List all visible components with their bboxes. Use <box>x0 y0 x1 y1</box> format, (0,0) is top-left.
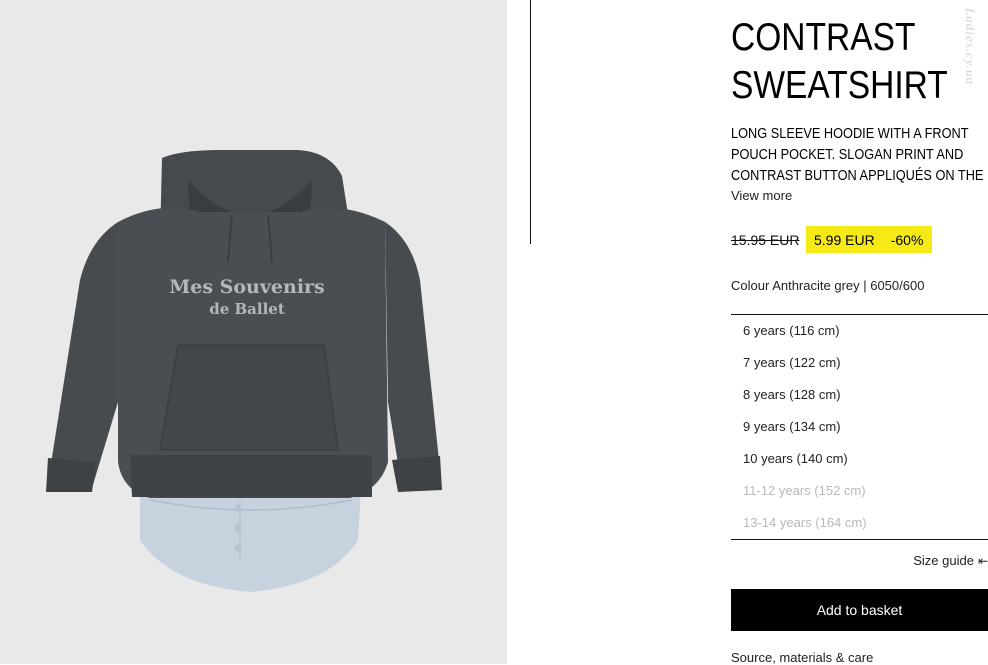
size-option[interactable]: 6 years (116 cm) <box>743 323 840 338</box>
slogan-line-1: Mes Souvenirs <box>169 276 325 298</box>
product-image[interactable]: Mes Souvenirs de Ballet <box>0 0 507 664</box>
product-description: LONG SLEEVE HOODIE WITH A FRONT POUCH PO… <box>731 126 984 184</box>
size-option[interactable]: 8 years (128 cm) <box>743 387 841 402</box>
slogan-line-2: de Ballet <box>209 300 285 318</box>
ruler-arrow-icon: ⇤ <box>977 553 988 568</box>
original-price: 15.95 EUR <box>731 232 800 248</box>
watermark: Ladies.cy.ua <box>963 8 978 85</box>
size-option[interactable]: 7 years (122 cm) <box>743 355 841 370</box>
sizes-top-divider <box>731 314 988 315</box>
discount-percent: -60% <box>890 231 924 248</box>
sale-price: 5.99 EUR <box>814 231 875 248</box>
colour-info: Colour Anthracite grey | 6050/600 <box>731 278 925 293</box>
size-option[interactable]: 9 years (134 cm) <box>743 419 841 434</box>
size-guide-label: Size guide <box>913 553 974 568</box>
add-to-basket-button[interactable]: Add to basket <box>731 589 988 631</box>
product-title: CONTRAST SWEATSHIRT <box>731 14 948 110</box>
sizes-bottom-divider <box>731 539 988 540</box>
size-guide-link[interactable]: Size guide ⇤ <box>913 553 988 568</box>
product-title-line-2: SWEATSHIRT <box>731 64 948 107</box>
size-option-unavailable: 13-14 years (164 cm) <box>743 515 867 530</box>
product-title-line-1: CONTRAST <box>731 16 916 59</box>
hoodie-illustration: Mes Souvenirs de Ballet <box>46 150 442 592</box>
size-option[interactable]: 10 years (140 cm) <box>743 451 848 466</box>
size-option-unavailable: 11-12 years (152 cm) <box>743 483 866 498</box>
vertical-divider <box>530 0 531 244</box>
view-more-link[interactable]: View more <box>731 188 792 203</box>
sale-price-badge: 5.99 EUR -60% <box>806 226 932 253</box>
source-materials-care-link[interactable]: Source, materials & care <box>731 650 873 665</box>
